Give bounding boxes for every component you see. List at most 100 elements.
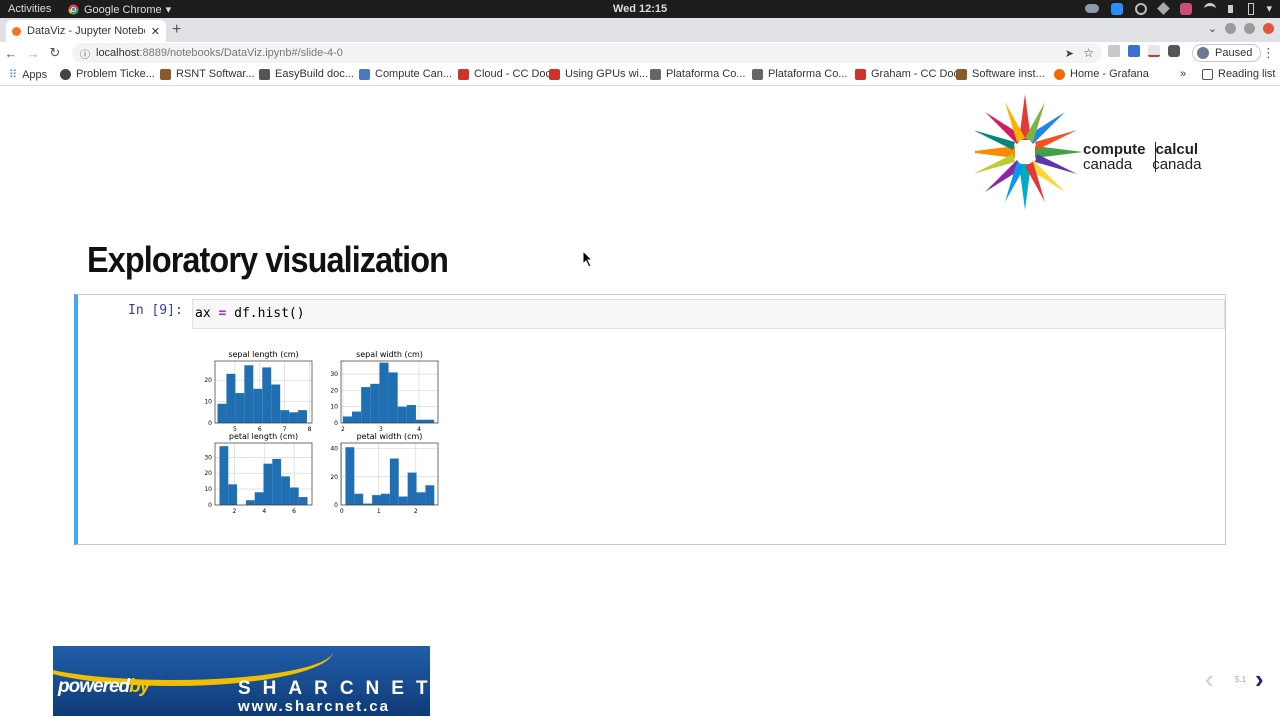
leaf-icon: [956, 68, 967, 80]
x-tick-label: 0: [340, 508, 344, 515]
bookmark-item[interactable]: Home - Grafana: [1054, 68, 1149, 80]
histogram-bar: [406, 405, 416, 423]
info-icon[interactable]: ⓘ: [80, 46, 90, 61]
bookmark-label: RSNT Softwar...: [176, 68, 255, 80]
histogram-bar: [271, 384, 281, 423]
bookmark-item[interactable]: Problem Ticke...: [60, 68, 155, 80]
sharcnet-banner[interactable]: poweredby SHARCNET™ www.sharcnet.ca: [53, 646, 430, 716]
y-tick-label: 0: [208, 502, 212, 509]
x-tick-label: 2: [414, 508, 418, 515]
battery-icon[interactable]: [1248, 2, 1255, 15]
address-bar[interactable]: ⓘ localhost:8889/notebooks/DataViz.ipynb…: [72, 43, 1102, 63]
x-tick-label: 4: [262, 508, 266, 515]
url-path: :8889/notebooks/DataViz.ipynb#/slide-4-0: [139, 47, 343, 59]
send-icon[interactable]: ➤: [1065, 47, 1074, 60]
jupyter-favicon-icon: [12, 26, 21, 36]
sync-icon[interactable]: [1135, 2, 1148, 15]
menu-kebab-icon[interactable]: ⋮: [1262, 45, 1275, 61]
x-tick-label: 2: [232, 508, 236, 515]
logo-text: canada: [1083, 156, 1133, 173]
leaf-icon: [855, 68, 866, 80]
histogram-bar: [263, 463, 273, 505]
new-tab-button[interactable]: +: [172, 21, 181, 39]
bookmark-label: Problem Ticke...: [76, 68, 155, 80]
bookmark-label: Compute Can...: [375, 68, 453, 80]
close-tab-icon[interactable]: ✕: [151, 25, 160, 38]
prev-slide-icon[interactable]: ‹: [1205, 664, 1214, 695]
dropbox-icon[interactable]: [1157, 2, 1171, 15]
minimize-button[interactable]: [1225, 23, 1236, 34]
forward-button[interactable]: →: [22, 42, 44, 64]
histogram-bar: [342, 416, 353, 423]
bookmark-item[interactable]: Graham - CC Doc: [855, 68, 959, 80]
avatar: [1197, 47, 1209, 59]
bookmark-item[interactable]: Software inst...: [956, 68, 1045, 80]
volume-icon[interactable]: [1228, 4, 1236, 13]
histogram-bar: [244, 365, 254, 423]
back-button[interactable]: ←: [0, 42, 22, 64]
next-slide-icon[interactable]: ›: [1255, 664, 1264, 695]
bookmark-item[interactable]: Plataforma Co...: [650, 68, 745, 80]
apps-grid-icon: ⠿: [9, 69, 18, 81]
histogram-bar: [254, 492, 264, 505]
y-tick-label: 10: [204, 399, 212, 406]
close-window-button[interactable]: [1263, 23, 1274, 34]
globe-icon: [60, 68, 71, 80]
x-tick-label: 2: [341, 426, 345, 433]
y-tick-label: 30: [204, 454, 212, 461]
zoom-icon[interactable]: [1111, 2, 1124, 15]
slack-icon[interactable]: [1180, 2, 1193, 15]
bookmark-item[interactable]: EasyBuild doc...: [259, 68, 354, 80]
notebook-cell[interactable]: In [9]: ax = df.hist() sepal length (cm)…: [74, 294, 1226, 545]
bookmark-label: Using GPUs wi...: [565, 68, 649, 80]
bookmarks-overflow-button[interactable]: »: [1180, 68, 1186, 80]
tab-dataviz[interactable]: DataViz - Jupyter Notebo ✕: [6, 20, 166, 42]
histogram-bar: [298, 410, 308, 423]
histogram-bar: [415, 419, 426, 423]
extension-shield-icon[interactable]: [1128, 45, 1140, 57]
histogram-bar: [289, 487, 299, 505]
y-tick-label: 20: [204, 470, 212, 477]
y-tick-label: 20: [204, 377, 212, 384]
extension-s-icon[interactable]: [1108, 45, 1120, 57]
bookmark-item[interactable]: Plataforma Co...: [752, 68, 847, 80]
leaf-icon: [549, 68, 560, 80]
bookmark-item[interactable]: Compute Can...: [359, 68, 452, 80]
bookmark-label: Apps: [22, 68, 48, 81]
histogram-bar: [425, 485, 435, 505]
histogram-bar: [370, 383, 380, 423]
y-tick-label: 0: [334, 420, 338, 427]
sharcnet-name: SHARCNET™: [238, 678, 430, 700]
bookmark-star-icon[interactable]: ☆: [1083, 46, 1094, 60]
histogram-bar: [380, 493, 390, 505]
y-tick-label: 20: [330, 387, 338, 394]
extensions-puzzle-icon[interactable]: [1168, 45, 1180, 57]
code-token: df.hist(): [234, 306, 305, 321]
reading-list-button[interactable]: Reading list: [1202, 68, 1275, 80]
maximize-button[interactable]: [1244, 23, 1255, 34]
bookmark-item[interactable]: RSNT Softwar...: [160, 68, 255, 80]
logo-wordmark: compute calcul canada canada: [1083, 142, 1201, 172]
bookmark-label: Home - Grafana: [1070, 68, 1149, 80]
bookmark-label: EasyBuild doc...: [275, 68, 354, 80]
grafana-icon: [1054, 68, 1065, 80]
bookmark-item[interactable]: Cloud - CC Doc: [458, 68, 551, 80]
reload-button[interactable]: ↻: [44, 42, 66, 64]
bookmark-item[interactable]: Using GPUs wi...: [549, 68, 648, 80]
profile-button[interactable]: Paused: [1192, 44, 1262, 62]
extension-check-icon[interactable]: [1148, 45, 1160, 57]
wifi-icon[interactable]: [1204, 2, 1217, 15]
system-menu-chevron-icon[interactable]: ▾: [1266, 2, 1272, 15]
histogram-bar: [245, 500, 255, 505]
slide-title: Exploratory visualization: [87, 239, 449, 280]
system-tray[interactable]: ▾: [1085, 2, 1272, 15]
cloud-icon[interactable]: [1085, 4, 1100, 13]
code-input[interactable]: ax = df.hist(): [192, 299, 1225, 329]
y-tick-label: 20: [330, 474, 338, 481]
tab-search-chevron-icon[interactable]: ⌄: [1208, 22, 1217, 35]
window-controls: ⌄: [1208, 22, 1274, 35]
sharcnet-url: www.sharcnet.ca: [238, 698, 390, 715]
leaf-icon: [160, 68, 171, 80]
slide-navigation: ‹ 5.1 ›: [1205, 664, 1275, 694]
bookmark-apps[interactable]: ⠿ Apps: [9, 68, 48, 82]
